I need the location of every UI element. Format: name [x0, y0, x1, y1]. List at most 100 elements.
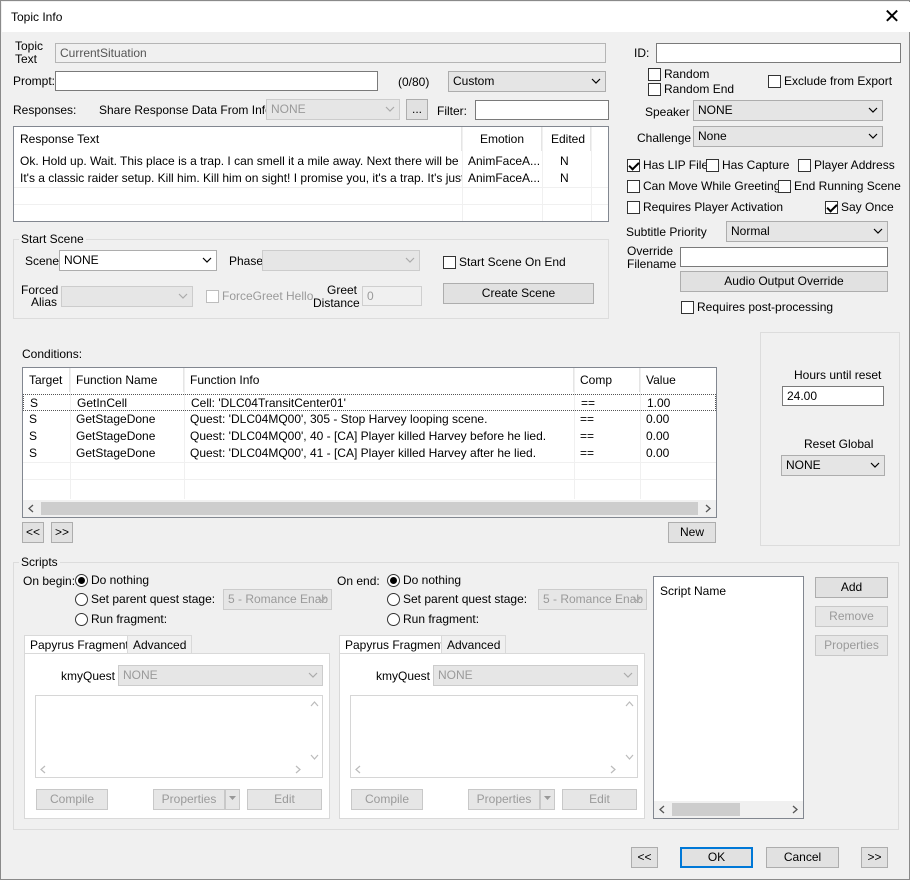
on-begin-do-nothing-radio[interactable]: Do nothing [75, 573, 149, 587]
chevron-down-icon [873, 228, 883, 234]
scroll-left-icon[interactable] [27, 504, 36, 513]
topic-info-dialog: Topic Info ✕ Topic Text CurrentSituation… [0, 0, 910, 880]
condition-comp-cell: == [580, 446, 595, 460]
scene-value: NONE [64, 253, 99, 267]
scrollbar-thumb[interactable] [672, 803, 740, 816]
share-response-label: Share Response Data From Info: [99, 103, 276, 117]
share-browse-button[interactable]: ... [406, 99, 428, 120]
column-header-comp[interactable]: Comp [574, 368, 640, 392]
column-header-function-name[interactable]: Function Name [70, 368, 184, 392]
scrollbar-thumb[interactable] [41, 502, 698, 515]
ok-button[interactable]: OK [680, 847, 753, 868]
on-begin-run-fragment-radio[interactable]: Run fragment: [75, 612, 167, 626]
checkbox-box [206, 289, 219, 303]
start-scene-on-end-checkbox[interactable]: Start Scene On End [443, 255, 566, 269]
has-capture-checkbox[interactable]: Has Capture [706, 158, 789, 172]
scroll-right-icon[interactable] [703, 504, 712, 513]
say-once-label: Say Once [841, 200, 894, 214]
has-lip-file-checkbox[interactable]: Has LIP File [627, 158, 708, 172]
scene-label: Scene [25, 254, 60, 268]
checkbox-box [825, 200, 838, 214]
chevron-down-icon [591, 78, 601, 84]
on-end-set-stage-radio[interactable]: Set parent quest stage: [387, 592, 527, 606]
prompt-dropdown[interactable]: Custom [448, 71, 606, 92]
radio-dot [387, 612, 400, 626]
kmyquest-label: kmyQuest [376, 669, 431, 683]
column-header-value[interactable]: Value [640, 368, 716, 392]
responses-list[interactable]: Response Text Emotion Edited Ok. Hold up… [13, 126, 609, 222]
reset-global-dropdown[interactable]: NONE [781, 455, 885, 476]
subtitle-priority-dropdown[interactable]: Normal [726, 221, 888, 242]
do-nothing-label: Do nothing [403, 573, 462, 587]
prompt-input[interactable] [55, 71, 378, 91]
scroll-right-icon[interactable] [790, 805, 799, 814]
table-row[interactable]: S GetStageDone Quest: 'DLC04MQ00', 41 - … [23, 445, 716, 462]
chevron-down-icon [868, 107, 878, 113]
properties-button: Properties [153, 789, 225, 810]
player-address-checkbox[interactable]: Player Address [798, 158, 895, 172]
scene-dropdown[interactable]: NONE [59, 250, 217, 271]
on-end-do-nothing-radio[interactable]: Do nothing [387, 573, 461, 587]
chevron-down-icon [229, 796, 236, 800]
filter-input[interactable] [475, 100, 609, 120]
create-scene-button[interactable]: Create Scene [443, 283, 594, 304]
exclude-from-export-checkbox[interactable]: Exclude from Export [768, 74, 892, 88]
table-row[interactable]: S GetStageDone Quest: 'DLC04MQ00', 305 -… [23, 411, 716, 428]
horizontal-scrollbar[interactable] [23, 500, 716, 517]
player-address-label: Player Address [814, 158, 895, 172]
random-checkbox[interactable]: Random [648, 67, 709, 81]
column-header-edited[interactable]: Edited [542, 127, 591, 151]
column-header-target[interactable]: Target [23, 368, 70, 392]
scripts-group-label: Scripts [19, 555, 60, 569]
requires-post-processing-label: Requires post-processing [697, 300, 834, 314]
conditions-prev-button[interactable]: << [22, 522, 44, 543]
hours-until-reset-input[interactable]: 24.00 [782, 386, 884, 406]
challenge-dropdown[interactable]: None [693, 126, 883, 147]
add-script-button[interactable]: Add [815, 577, 888, 598]
close-icon[interactable]: ✕ [880, 4, 904, 30]
can-move-while-greeting-checkbox[interactable]: Can Move While Greeting [627, 179, 780, 193]
end-running-scene-checkbox[interactable]: End Running Scene [778, 179, 901, 193]
requires-player-activation-checkbox[interactable]: Requires Player Activation [627, 200, 783, 214]
condition-info-cell: Quest: 'DLC04MQ00', 305 - Stop Harvey lo… [190, 412, 488, 426]
stage-value: 5 - Romance Enab [543, 592, 644, 606]
speaker-dropdown[interactable]: NONE [693, 100, 883, 121]
footer-prev-button[interactable]: << [631, 847, 658, 868]
requires-post-processing-checkbox[interactable]: Requires post-processing [681, 300, 833, 314]
topic-text-field: CurrentSituation [55, 43, 606, 63]
chevron-down-icon [870, 462, 880, 468]
column-header-emotion[interactable]: Emotion [462, 127, 542, 151]
table-row[interactable]: S GetStageDone Quest: 'DLC04MQ00', 40 - … [23, 428, 716, 445]
override-filename-input[interactable] [680, 247, 888, 267]
horizontal-scrollbar[interactable] [654, 801, 803, 818]
conditions-next-button[interactable]: >> [51, 522, 73, 543]
on-end-run-fragment-radio[interactable]: Run fragment: [387, 612, 479, 626]
scroll-left-icon[interactable] [658, 805, 667, 814]
on-begin-set-stage-radio[interactable]: Set parent quest stage: [75, 592, 215, 606]
run-fragment-label: Run fragment: [91, 612, 168, 626]
reset-global-value: NONE [786, 458, 821, 472]
new-condition-button[interactable]: New [668, 522, 716, 543]
id-input[interactable] [656, 43, 901, 63]
condition-value-cell: 0.00 [646, 446, 670, 460]
tab-advanced[interactable]: Advanced [127, 635, 193, 654]
column-header-function-info[interactable]: Function Info [184, 368, 574, 392]
footer-next-button[interactable]: >> [861, 847, 888, 868]
say-once-checkbox[interactable]: Say Once [825, 200, 894, 214]
chevron-down-icon [308, 672, 318, 678]
condition-comp-cell: == [580, 429, 595, 443]
kmyquest-value: NONE [438, 668, 473, 682]
audio-output-override-button[interactable]: Audio Output Override [680, 271, 888, 292]
script-name-list[interactable]: Script Name [653, 576, 804, 819]
emotion-cell: AnimFaceA... [468, 171, 541, 185]
table-row[interactable]: S GetInCell Cell: 'DLC04TransitCenter01'… [23, 394, 716, 411]
column-header-response-text[interactable]: Response Text [14, 127, 462, 151]
random-end-checkbox[interactable]: Random End [648, 82, 734, 96]
cancel-button[interactable]: Cancel [766, 847, 839, 868]
edited-cell: N [560, 154, 569, 168]
kmyquest-dropdown: NONE [433, 665, 638, 686]
has-capture-label: Has Capture [722, 158, 790, 172]
conditions-list[interactable]: Target Function Name Function Info Comp … [22, 367, 717, 518]
condition-value-cell: 1.00 [647, 396, 671, 410]
tab-advanced[interactable]: Advanced [441, 635, 507, 654]
